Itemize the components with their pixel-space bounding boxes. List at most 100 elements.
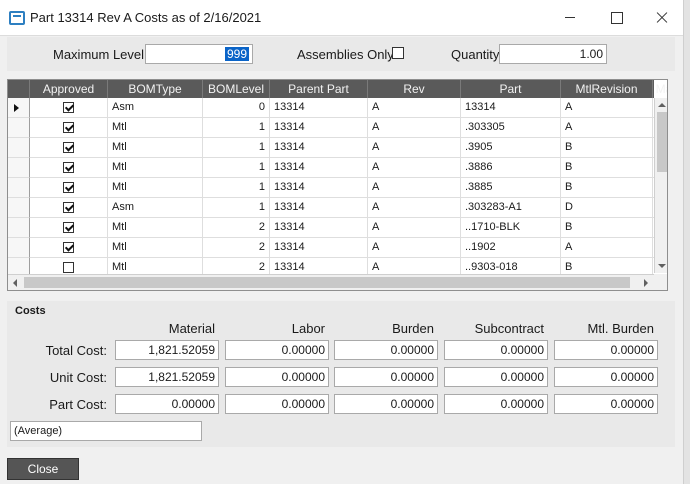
- bomtype-cell[interactable]: Mtl: [108, 238, 203, 258]
- bomlevel-cell[interactable]: 0: [203, 98, 270, 118]
- close-window-button[interactable]: [639, 0, 685, 36]
- part-cell[interactable]: .3886: [461, 158, 561, 178]
- horizontal-scroll-thumb[interactable]: [24, 277, 630, 288]
- cost-value-field[interactable]: 0.00000: [554, 394, 658, 414]
- table-row[interactable]: Asm 0 13314 A 13314 A: [8, 98, 667, 118]
- mtlrev-cell[interactable]: B: [561, 138, 653, 158]
- column-header[interactable]: Part: [461, 80, 561, 98]
- row-selector[interactable]: [8, 118, 30, 138]
- horizontal-scrollbar[interactable]: [8, 274, 654, 290]
- cost-value-field[interactable]: 0.00000: [225, 340, 329, 360]
- cost-value-field[interactable]: 0.00000: [334, 394, 438, 414]
- rev-cell[interactable]: A: [368, 158, 461, 178]
- approved-checkbox[interactable]: [62, 182, 74, 193]
- approved-checkbox[interactable]: [62, 262, 74, 273]
- approved-cell[interactable]: [30, 158, 108, 178]
- scroll-right-arrow-icon[interactable]: [638, 275, 654, 290]
- bomlevel-cell[interactable]: 1: [203, 178, 270, 198]
- rev-cell[interactable]: A: [368, 98, 461, 118]
- table-row[interactable]: Mtl 1 13314 A .3886 B: [8, 158, 667, 178]
- cost-value-field[interactable]: 0.00000: [334, 367, 438, 387]
- bomlevel-cell[interactable]: 1: [203, 158, 270, 178]
- mtlrev-cell[interactable]: A: [561, 118, 653, 138]
- parent-cell[interactable]: 13314: [270, 238, 368, 258]
- table-row[interactable]: Asm 1 13314 A .303283-A1 D: [8, 198, 667, 218]
- cost-value-field[interactable]: 0.00000: [225, 367, 329, 387]
- column-header[interactable]: BOMLevel: [203, 80, 270, 98]
- column-header[interactable]: Approved: [30, 80, 108, 98]
- scroll-left-arrow-icon[interactable]: [8, 275, 24, 290]
- approved-checkbox[interactable]: [62, 162, 74, 173]
- bomtype-cell[interactable]: Asm: [108, 198, 203, 218]
- bomtype-cell[interactable]: Mtl: [108, 218, 203, 238]
- mtlrev-cell[interactable]: D: [561, 198, 653, 218]
- costing-method-field[interactable]: (Average): [10, 421, 202, 441]
- table-row[interactable]: Mtl 2 13314 A ..1710-BLK B: [8, 218, 667, 238]
- approved-cell[interactable]: [30, 198, 108, 218]
- row-selector[interactable]: [8, 238, 30, 258]
- bomlevel-cell[interactable]: 1: [203, 198, 270, 218]
- cost-value-field[interactable]: 0.00000: [554, 367, 658, 387]
- parent-cell[interactable]: 13314: [270, 158, 368, 178]
- row-selector[interactable]: [8, 218, 30, 238]
- row-selector[interactable]: [8, 98, 30, 118]
- mtlrev-cell[interactable]: B: [561, 158, 653, 178]
- cost-value-field[interactable]: 1,821.52059: [115, 340, 219, 360]
- bomlevel-cell[interactable]: 1: [203, 118, 270, 138]
- mtlrev-cell[interactable]: B: [561, 218, 653, 238]
- parent-cell[interactable]: 13314: [270, 138, 368, 158]
- approved-cell[interactable]: [30, 238, 108, 258]
- close-button[interactable]: Close: [7, 458, 79, 480]
- cost-value-field[interactable]: 1,821.52059: [115, 367, 219, 387]
- mtlrev-cell[interactable]: A: [561, 238, 653, 258]
- approved-cell[interactable]: [30, 118, 108, 138]
- approved-checkbox[interactable]: [62, 122, 74, 133]
- mtlrev-cell[interactable]: A: [561, 98, 653, 118]
- rev-cell[interactable]: A: [368, 138, 461, 158]
- approved-checkbox[interactable]: [62, 222, 74, 233]
- row-selector[interactable]: [8, 158, 30, 178]
- part-cell[interactable]: ..1710-BLK: [461, 218, 561, 238]
- column-header[interactable]: Ma: [653, 80, 667, 98]
- maximize-button[interactable]: [593, 0, 639, 36]
- scroll-down-arrow-icon[interactable]: [655, 259, 667, 273]
- cost-value-field[interactable]: 0.00000: [334, 340, 438, 360]
- minimize-button[interactable]: [547, 0, 593, 36]
- approved-checkbox[interactable]: [62, 202, 74, 213]
- mtlrev-cell[interactable]: B: [561, 178, 653, 198]
- scroll-up-arrow-icon[interactable]: [655, 98, 667, 112]
- part-cell[interactable]: ..1902: [461, 238, 561, 258]
- part-cell[interactable]: 13314: [461, 98, 561, 118]
- parent-cell[interactable]: 13314: [270, 178, 368, 198]
- part-cell[interactable]: .3905: [461, 138, 561, 158]
- cost-value-field[interactable]: 0.00000: [444, 394, 548, 414]
- bomtype-cell[interactable]: Mtl: [108, 118, 203, 138]
- parent-cell[interactable]: 13314: [270, 198, 368, 218]
- part-cell[interactable]: .303283-A1: [461, 198, 561, 218]
- row-selector[interactable]: [8, 198, 30, 218]
- column-header[interactable]: Parent Part: [270, 80, 368, 98]
- approved-cell[interactable]: [30, 218, 108, 238]
- table-row[interactable]: Mtl 2 13314 A ..1902 A: [8, 238, 667, 258]
- bomtype-cell[interactable]: Asm: [108, 98, 203, 118]
- rev-cell[interactable]: A: [368, 238, 461, 258]
- part-cell[interactable]: .303305: [461, 118, 561, 138]
- approved-checkbox[interactable]: [62, 142, 74, 153]
- column-header[interactable]: MtlRevision: [561, 80, 653, 98]
- row-selector[interactable]: [8, 138, 30, 158]
- bomlevel-cell[interactable]: 1: [203, 138, 270, 158]
- approved-cell[interactable]: [30, 178, 108, 198]
- cost-value-field[interactable]: 0.00000: [225, 394, 329, 414]
- approved-cell[interactable]: [30, 98, 108, 118]
- table-row[interactable]: Mtl 1 13314 A .3905 B: [8, 138, 667, 158]
- approved-checkbox[interactable]: [62, 102, 74, 113]
- bomtype-cell[interactable]: Mtl: [108, 178, 203, 198]
- bomtype-cell[interactable]: Mtl: [108, 138, 203, 158]
- table-row[interactable]: Mtl 1 13314 A .303305 A: [8, 118, 667, 138]
- approved-cell[interactable]: [30, 138, 108, 158]
- cost-value-field[interactable]: 0.00000: [115, 394, 219, 414]
- vertical-scrollbar[interactable]: [654, 98, 667, 273]
- bomtype-cell[interactable]: Mtl: [108, 158, 203, 178]
- rev-cell[interactable]: A: [368, 218, 461, 238]
- cost-value-field[interactable]: 0.00000: [444, 367, 548, 387]
